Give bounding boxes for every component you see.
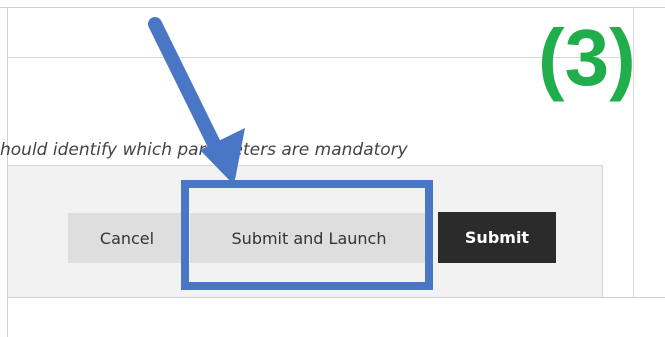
screenshot-stage: hould identify which parameters are mand…	[0, 0, 665, 337]
step-number-label: (3)	[538, 13, 636, 102]
bottom-divider	[8, 297, 665, 298]
top-divider	[0, 7, 665, 8]
submit-button[interactable]: Submit	[438, 212, 556, 263]
section-divider	[8, 57, 626, 58]
cancel-button[interactable]: Cancel	[68, 213, 186, 263]
submit-and-launch-button[interactable]: Submit and Launch	[190, 213, 428, 263]
mandatory-parameters-hint: hould identify which parameters are mand…	[0, 140, 408, 160]
